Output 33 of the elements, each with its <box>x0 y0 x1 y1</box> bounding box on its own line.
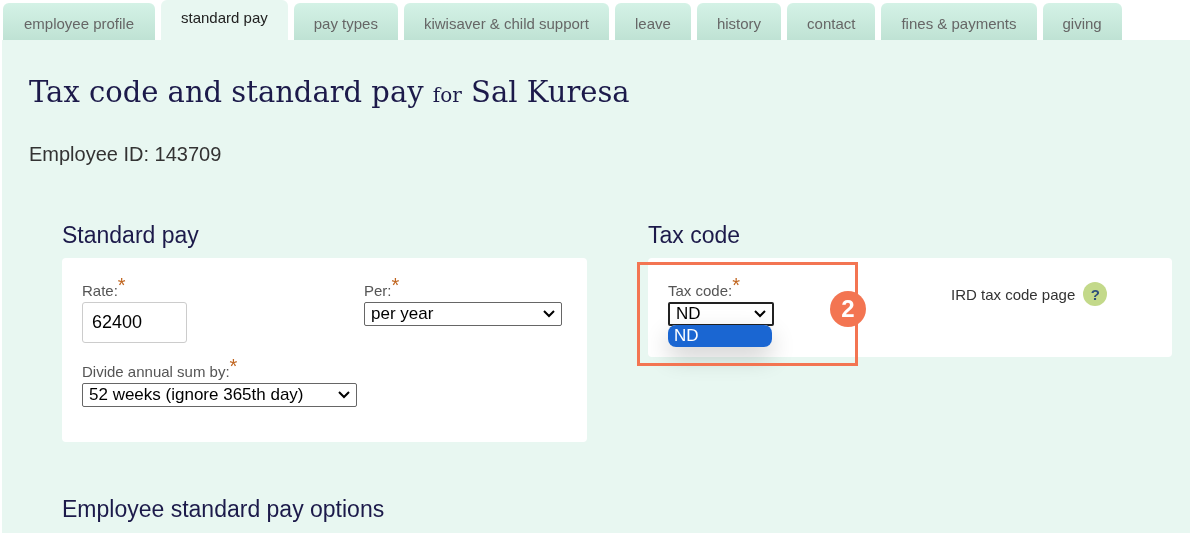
chevron-down-icon <box>754 310 766 318</box>
section-heading: Standard pay <box>62 222 200 248</box>
tax-code-select[interactable]: ND <box>668 302 774 326</box>
chevron-down-icon <box>543 310 555 318</box>
required-mark: * <box>391 274 400 296</box>
field-label: Divide annual sum by: <box>82 363 230 380</box>
employee-id: Employee ID: 143709 <box>29 143 223 166</box>
required-mark: * <box>229 355 238 377</box>
tab[interactable]: history <box>696 3 782 40</box>
chevron-down-icon <box>338 391 350 399</box>
tab[interactable]: giving <box>1042 3 1122 40</box>
rate-input[interactable]: 62400 <box>82 302 187 343</box>
tab[interactable]: contact <box>787 3 876 40</box>
tab[interactable]: standard pay <box>161 0 288 40</box>
divide-select[interactable]: 52 weeks (ignore 365th day) <box>82 383 357 407</box>
tab[interactable]: pay types <box>293 3 398 40</box>
help-icon[interactable]: ? <box>1083 282 1108 306</box>
section-heading: Employee standard pay options <box>62 496 386 522</box>
field-label: Per: <box>364 282 392 299</box>
page-title: Tax code and standard pay for Sal Kuresa <box>29 75 630 109</box>
tab[interactable]: employee profile <box>3 3 155 40</box>
field-label: Rate: <box>82 282 118 299</box>
step-badge: 2 <box>830 291 866 327</box>
field-label: Tax code: <box>668 282 733 299</box>
ird-link[interactable]: IRD tax code page <box>951 285 1076 303</box>
section-heading: Tax code <box>648 222 742 248</box>
required-mark: * <box>117 274 126 296</box>
tab[interactable]: fines & payments <box>881 3 1037 40</box>
required-mark: * <box>732 274 740 296</box>
tab[interactable]: leave <box>615 3 691 40</box>
tab[interactable]: kiwisaver & child support <box>403 3 610 40</box>
dropdown-option[interactable]: ND <box>668 325 772 347</box>
per-select[interactable]: per year <box>364 302 562 326</box>
